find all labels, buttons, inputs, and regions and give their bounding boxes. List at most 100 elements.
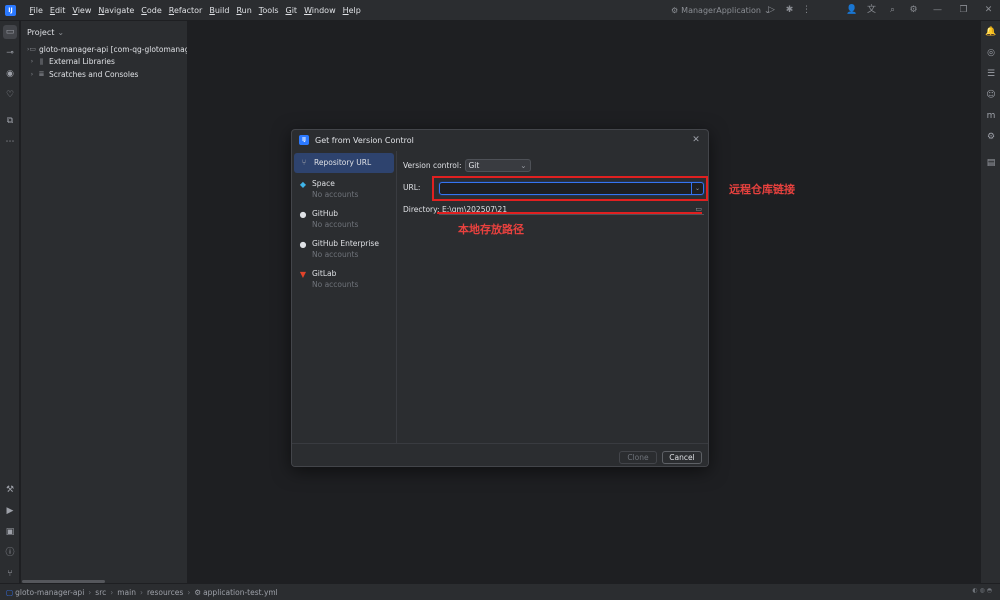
menu-window[interactable]: Window (301, 0, 340, 21)
more-tools-icon[interactable]: ⋯ (4, 136, 16, 148)
git-branch-icon[interactable]: ⑂ (4, 568, 16, 580)
breadcrumb-item[interactable]: application-test.yml (203, 588, 278, 597)
search-icon[interactable]: ⌕ (887, 5, 898, 16)
source-status: No accounts (312, 250, 359, 259)
source-github[interactable]: ● GitHub No accounts (292, 205, 396, 235)
project-folder-icon[interactable]: ▭ (3, 25, 17, 39)
status-widget-icon[interactable]: ◐ (972, 587, 977, 594)
source-status: No accounts (312, 280, 359, 289)
menu-view[interactable]: View (69, 0, 95, 21)
scratches-icon: ≣ (38, 70, 45, 79)
space-icon: ◆ (299, 180, 307, 189)
build-icon[interactable]: ⚒ (4, 484, 16, 496)
cancel-button[interactable]: Cancel (662, 451, 702, 464)
chevron-right-icon[interactable]: › (27, 71, 37, 78)
yaml-file-icon: ⚙ (194, 587, 202, 597)
run-icon[interactable]: ▷ (766, 5, 777, 16)
dialog-title: Get from Version Control (315, 135, 414, 145)
breadcrumb: ▢ gloto-manager-api › src › main › resou… (6, 588, 278, 597)
endpoints-icon[interactable]: ⚙ (985, 131, 997, 143)
structure-icon[interactable]: ⧉ (4, 115, 16, 127)
menu-help[interactable]: Help (339, 0, 364, 21)
source-name: Space (312, 179, 335, 188)
menu-tools[interactable]: Tools (255, 0, 282, 21)
breadcrumb-separator: › (139, 587, 143, 597)
breadcrumb-separator: › (187, 587, 191, 597)
tree-item-scratches[interactable]: › ≣ Scratches and Consoles (21, 68, 187, 81)
intellij-logo-icon: IJ (299, 135, 309, 145)
directory-row: Directory: (403, 205, 440, 214)
menu-run[interactable]: Run (233, 0, 255, 21)
breadcrumb-item[interactable]: resources (147, 588, 183, 597)
run-config-selector[interactable]: ⚙ ManagerApplication ⌄ (671, 0, 771, 21)
database-icon[interactable]: ☰ (985, 68, 997, 80)
debug-icon[interactable]: ✱ (784, 5, 795, 16)
settings-icon[interactable]: ⚙ (908, 5, 919, 16)
version-control-row: Version control: Git ⌄ (403, 159, 531, 172)
status-bar: ▢ gloto-manager-api › src › main › resou… (0, 583, 1000, 600)
menu-git[interactable]: Git (282, 0, 301, 21)
github-icon: ● (299, 210, 307, 219)
menu-navigate[interactable]: Navigate (95, 0, 138, 21)
breadcrumb-item[interactable]: gloto-manager-api (15, 588, 84, 597)
tree-item-label: External Libraries (49, 57, 115, 67)
minimize-icon[interactable]: — (932, 5, 943, 16)
project-panel-title: Project (27, 27, 55, 37)
source-name: GitHub (312, 209, 338, 218)
project-panel-header[interactable]: Project ⌄ (21, 21, 187, 43)
intellij-logo-icon[interactable]: IJ (5, 4, 16, 16)
url-row: URL: (403, 183, 420, 192)
menu-build[interactable]: Build (206, 0, 233, 21)
run-tool-icon[interactable]: ▶ (4, 505, 16, 517)
restore-icon[interactable]: ❐ (958, 5, 969, 16)
url-highlight-box (432, 176, 708, 201)
maven-icon[interactable]: ♡ (4, 89, 16, 101)
copilot-icon[interactable]: ☺ (985, 89, 997, 101)
tree-item-project[interactable]: › ▭ gloto-manager-api [com-qg-glotomanag (21, 43, 187, 56)
close-icon[interactable]: ✕ (690, 134, 702, 146)
breadcrumb-item[interactable]: src (95, 588, 106, 597)
commit-icon[interactable]: ⊸ (4, 47, 16, 59)
menu-code[interactable]: Code (138, 0, 166, 21)
status-widget-icon[interactable]: ◍ (980, 587, 985, 594)
source-space[interactable]: ◆ Space No accounts (292, 175, 396, 205)
chevron-right-icon[interactable]: › (27, 58, 37, 65)
module-icon: ▢ (6, 587, 14, 597)
right-tool-strip: 🔔 ◎ ☰ ☺ m ⚙ ▤ (980, 21, 1000, 583)
version-control-select[interactable]: Git ⌄ (464, 159, 531, 172)
tree-item-external-libraries[interactable]: › ⫼ External Libraries (21, 56, 187, 69)
dialog-footer: Clone Cancel (292, 443, 708, 466)
menu-edit[interactable]: Edit (46, 0, 69, 21)
main-menu: File Edit View Navigate Code Refactor Bu… (26, 0, 364, 21)
directory-annotation: 本地存放路径 (458, 223, 524, 236)
clone-button[interactable]: Clone (619, 451, 657, 464)
folder-icon: ▭ (29, 45, 37, 54)
url-annotation: 远程仓库链接 (729, 183, 795, 196)
source-repository-url[interactable]: ⑂ Repository URL (294, 153, 394, 173)
version-control-label: Version control: (403, 161, 462, 170)
problems-icon[interactable]: ⓘ (4, 547, 16, 559)
more-actions-icon[interactable]: ⋮ (801, 5, 812, 16)
source-github-enterprise[interactable]: ● GitHub Enterprise No accounts (292, 235, 396, 265)
maven-m-icon[interactable]: m (985, 110, 997, 122)
menu-refactor[interactable]: Refactor (165, 0, 206, 21)
add-user-icon[interactable]: 👤 (846, 5, 857, 16)
services-icon[interactable]: ◉ (4, 68, 16, 80)
bookmarks-icon[interactable]: ▤ (985, 157, 997, 169)
chevron-down-icon: ⌄ (57, 27, 65, 37)
menu-file[interactable]: File (26, 0, 46, 21)
gitlab-icon: ▼ (299, 270, 307, 279)
source-gitlab[interactable]: ▼ GitLab No accounts (292, 265, 396, 295)
status-widget-icon[interactable]: ◓ (987, 587, 992, 594)
directory-underline (437, 212, 702, 214)
title-bar: IJ File Edit View Navigate Code Refactor… (0, 0, 1000, 21)
close-window-icon[interactable]: ✕ (983, 5, 994, 16)
ai-assistant-icon[interactable]: ◎ (985, 47, 997, 59)
source-status: No accounts (312, 190, 359, 199)
source-status: No accounts (312, 220, 359, 229)
notifications-icon[interactable]: 🔔 (985, 26, 997, 38)
terminal-icon[interactable]: ▣ (4, 526, 16, 538)
translate-icon[interactable]: 文 (866, 5, 877, 16)
breadcrumb-item[interactable]: main (117, 588, 136, 597)
library-icon: ⫼ (39, 57, 44, 66)
